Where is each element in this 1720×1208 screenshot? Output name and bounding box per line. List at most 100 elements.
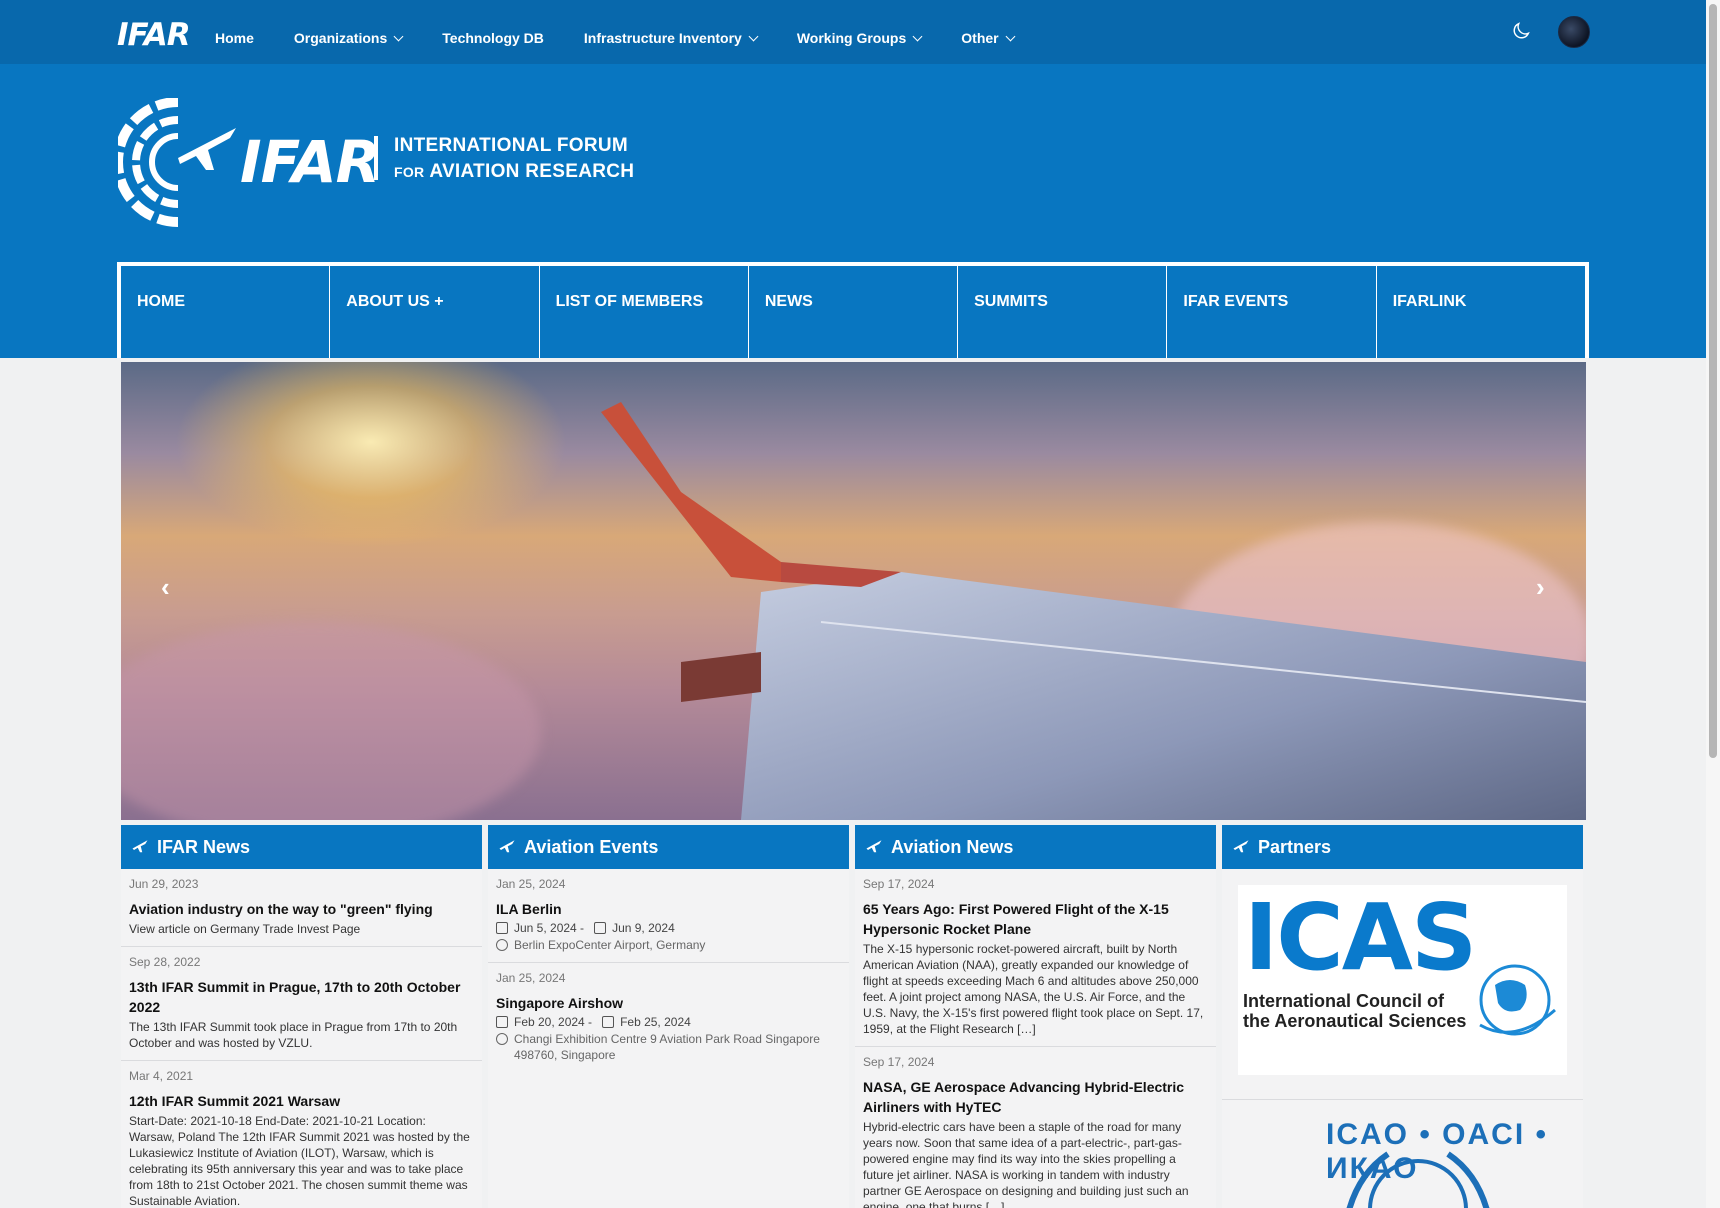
menu-home[interactable]: HOME xyxy=(121,266,331,358)
logo-line-2-text: AVIATION RESEARCH xyxy=(429,161,635,182)
panel-header: Aviation Events xyxy=(488,825,849,869)
news-title[interactable]: 13th IFAR Summit in Prague, 17th to 20th… xyxy=(129,977,474,1017)
menu-about-us[interactable]: ABOUT US + xyxy=(330,266,540,358)
menu-summits[interactable]: SUMMITS xyxy=(958,266,1168,358)
calendar-icon xyxy=(602,1016,615,1028)
event-item[interactable]: Jan 25, 2024 ILA Berlin Jun 5, 2024 - Ju… xyxy=(488,869,849,963)
panel-title: Partners xyxy=(1258,836,1332,857)
globe-icon xyxy=(1479,964,1556,1036)
globe-icon xyxy=(496,939,508,951)
panel-aviation-events: Aviation Events Jan 25, 2024 ILA Berlin … xyxy=(488,825,849,1208)
panel-title: IFAR News xyxy=(157,836,251,857)
news-excerpt: The 13th IFAR Summit took place in Pragu… xyxy=(129,1020,458,1050)
news-title[interactable]: Aviation industry on the way to "green" … xyxy=(129,899,474,919)
menu-news[interactable]: NEWS xyxy=(749,266,959,358)
chevron-down-icon xyxy=(912,31,923,41)
nav-home-label: Home xyxy=(215,30,254,46)
nav-infrastructure-inventory[interactable]: Infrastructure Inventory xyxy=(583,30,759,46)
partner-icas-logo[interactable]: ICAS International Council of the Aerona… xyxy=(1238,885,1567,1075)
news-title[interactable]: 65 Years Ago: First Powered Flight of th… xyxy=(863,899,1208,939)
airplane-icon xyxy=(499,840,515,853)
ifar-emblem-icon xyxy=(118,98,236,227)
panel-ifar-news: IFAR News Jun 29, 2023 Aviation industry… xyxy=(121,825,482,1208)
event-item[interactable]: Jan 25, 2024 Singapore Airshow Feb 20, 2… xyxy=(488,963,849,1072)
menu-ifar-events[interactable]: IFAR EVENTS xyxy=(1167,266,1377,358)
hero-carousel: ‹ › xyxy=(121,362,1586,820)
partner-icao-logo[interactable]: ICAO • OACI • ИКАО xyxy=(1238,1114,1567,1208)
event-location: Berlin ExpoCenter Airport, Germany xyxy=(514,938,706,952)
nav-working-groups[interactable]: Working Groups xyxy=(796,30,923,46)
scrollbar-thumb[interactable] xyxy=(1709,4,1717,758)
panel-header: IFAR News xyxy=(121,825,482,869)
event-location: Changi Exhibition Centre 9 Aviation Park… xyxy=(514,1032,820,1062)
brand-logo[interactable]: IFAR xyxy=(117,17,191,53)
menu-ifarlink[interactable]: IFARLINK xyxy=(1377,266,1585,358)
airplane-icon xyxy=(866,840,882,853)
chevron-down-icon xyxy=(1005,31,1016,41)
panel-title: Aviation News xyxy=(891,836,1014,857)
airplane-icon xyxy=(132,840,148,853)
logo-divider xyxy=(374,136,378,180)
logo-line-1: INTERNATIONAL FORUM xyxy=(394,135,629,156)
panel-title: Aviation Events xyxy=(524,836,659,857)
dark-mode-moon-icon[interactable] xyxy=(1510,20,1532,42)
event-start: Feb 20, 2024 - xyxy=(514,1015,593,1029)
icao-wordmark: ICAO • OACI • ИКАО xyxy=(1326,1118,1549,1185)
panel-aviation-news: Aviation News Sep 17, 2024 65 Years Ago:… xyxy=(855,825,1216,1208)
event-title[interactable]: Singapore Airshow xyxy=(496,993,841,1013)
news-date: Mar 4, 2021 xyxy=(129,1069,194,1083)
calendar-icon xyxy=(496,1016,508,1028)
news-date: Sep 17, 2024 xyxy=(863,1055,935,1069)
event-dates: Feb 20, 2024 - Feb 25, 2024 xyxy=(496,1014,841,1030)
news-date: Sep 17, 2024 xyxy=(863,877,935,891)
chevron-down-icon xyxy=(393,31,404,41)
event-posted-date: Jan 25, 2024 xyxy=(496,877,566,891)
icas-name-line-2: the Aeronautical Sciences xyxy=(1243,1011,1467,1031)
event-end: Feb 25, 2024 xyxy=(620,1015,691,1029)
event-location-row: Changi Exhibition Centre 9 Aviation Park… xyxy=(496,1031,841,1063)
event-dates: Jun 5, 2024 - Jun 9, 2024 xyxy=(496,920,841,936)
news-item[interactable]: Jun 29, 2023 Aviation industry on the wa… xyxy=(121,869,482,947)
calendar-icon xyxy=(496,922,508,934)
logo-line-2-prefix: FOR xyxy=(394,164,425,180)
partner-divider xyxy=(1222,1099,1583,1100)
airplane-icon xyxy=(1233,840,1249,853)
event-posted-date: Jan 25, 2024 xyxy=(496,971,566,985)
nav-working-groups-label: Working Groups xyxy=(796,30,907,46)
nav-other[interactable]: Other xyxy=(961,30,1016,46)
panel-header: Aviation News xyxy=(855,825,1216,869)
nav-organizations[interactable]: Organizations xyxy=(293,30,404,46)
news-title[interactable]: NASA, GE Aerospace Advancing Hybrid-Elec… xyxy=(863,1077,1208,1117)
logo-line-2: FOR AVIATION RESEARCH xyxy=(394,161,634,183)
news-excerpt: The X-15 hypersonic rocket-powered aircr… xyxy=(863,942,1204,1036)
panel-partners: Partners ICAS International Council of t… xyxy=(1222,825,1583,1208)
main-menu: HOME ABOUT US + LIST OF MEMBERS NEWS SUM… xyxy=(117,262,1589,358)
icas-name-line-1: International Council of xyxy=(1243,991,1444,1011)
menu-list-of-members[interactable]: LIST OF MEMBERS xyxy=(540,266,749,358)
logo-wordmark: IFAR xyxy=(240,128,380,196)
chevron-down-icon xyxy=(748,31,759,41)
news-item[interactable]: Sep 28, 2022 13th IFAR Summit in Prague,… xyxy=(121,947,482,1061)
nav-infrastructure-label: Infrastructure Inventory xyxy=(583,30,742,46)
news-date: Jun 29, 2023 xyxy=(129,877,199,891)
nav-technology-db[interactable]: Technology DB xyxy=(442,30,544,46)
top-navbar: IFAR Home Organizations Technology DB In… xyxy=(0,0,1706,64)
event-title[interactable]: ILA Berlin xyxy=(496,899,841,919)
news-item[interactable]: Sep 17, 2024 65 Years Ago: First Powered… xyxy=(855,869,1216,1047)
calendar-icon xyxy=(594,922,607,934)
nav-organizations-label: Organizations xyxy=(293,30,388,46)
panel-header: Partners xyxy=(1222,825,1583,869)
carousel-prev-arrow[interactable]: ‹ xyxy=(161,572,170,603)
nav-home[interactable]: Home xyxy=(215,30,254,46)
news-item[interactable]: Sep 17, 2024 NASA, GE Aerospace Advancin… xyxy=(855,1047,1216,1208)
news-title[interactable]: 12th IFAR Summit 2021 Warsaw xyxy=(129,1091,474,1111)
news-item[interactable]: Mar 4, 2021 12th IFAR Summit 2021 Warsaw… xyxy=(121,1061,482,1208)
top-nav-items: Home Organizations Technology DB Infrast… xyxy=(215,30,1054,46)
news-excerpt: Start-Date: 2021-10-18 End-Date: 2021-10… xyxy=(129,1114,470,1208)
carousel-next-arrow[interactable]: › xyxy=(1536,572,1545,603)
airplane-wing-image xyxy=(601,402,1586,820)
user-avatar[interactable] xyxy=(1558,16,1590,48)
icas-wordmark: ICAS xyxy=(1244,884,1477,991)
news-date: Sep 28, 2022 xyxy=(129,955,201,969)
news-excerpt: Hybrid-electric cars have been a staple … xyxy=(863,1120,1189,1208)
